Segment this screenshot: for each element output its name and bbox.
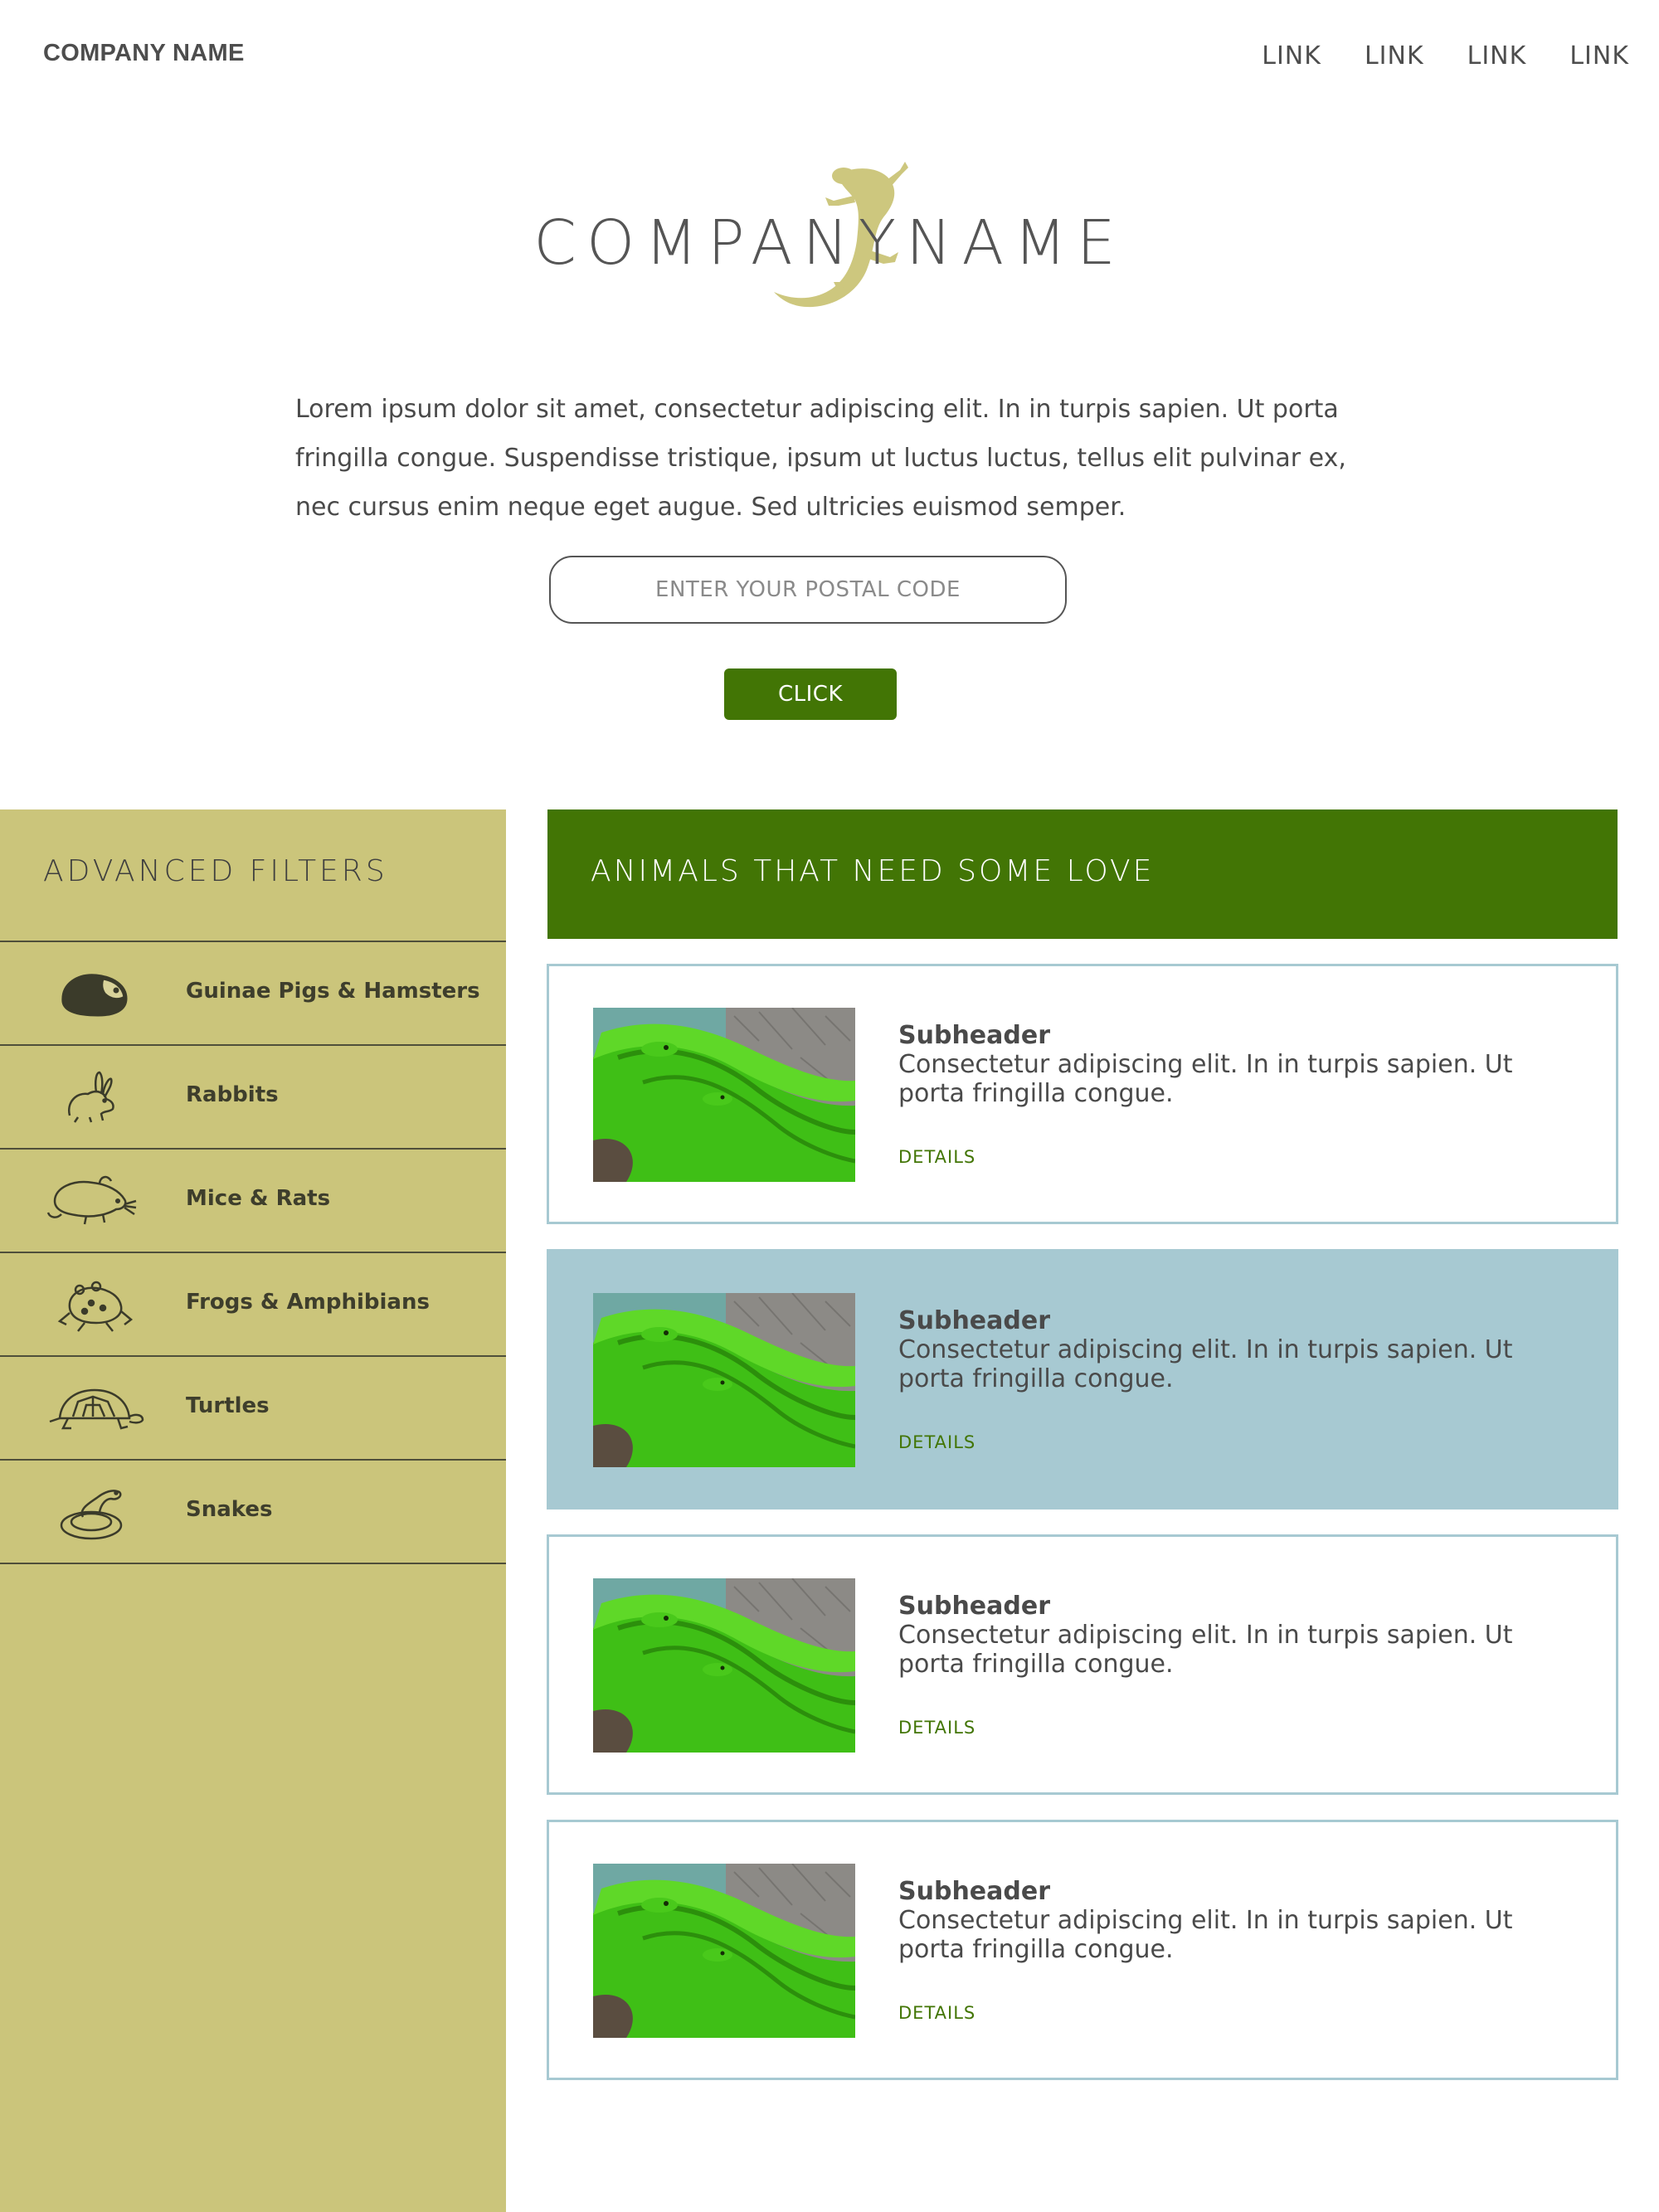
postal-code-input[interactable] [549,556,1067,624]
filter-item-rabbits[interactable]: Rabbits [0,1044,506,1148]
filter-label: Guinae Pigs & Hamsters [186,979,480,1004]
filter-item-guinea-pigs[interactable]: Guinae Pigs & Hamsters [0,941,506,1044]
card-details-link[interactable]: DETAILS [898,2003,975,2023]
filter-label: Rabbits [186,1082,279,1107]
filter-item-mice[interactable]: Mice & Rats [0,1148,506,1252]
card-image [593,1008,855,1182]
snake-icon [60,1490,123,1540]
filter-label: Snakes [186,1497,273,1522]
brand-name[interactable]: COMPANY NAME [43,40,245,67]
card-details-link[interactable]: DETAILS [898,1432,975,1452]
top-nav: LINK LINK LINK LINK [1262,41,1629,70]
animal-card[interactable]: Subheader Consectetur adipiscing elit. I… [547,1534,1618,1795]
turtle-icon [49,1388,144,1430]
filter-label: Turtles [186,1393,270,1418]
filter-item-turtles[interactable]: Turtles [0,1355,506,1459]
main-section-header: ANIMALS THAT NEED SOME LOVE [547,809,1618,939]
nav-link-1[interactable]: LINK [1262,41,1321,70]
filter-label: Mice & Rats [186,1186,331,1211]
main-section-title: ANIMALS THAT NEED SOME LOVE [591,854,1155,888]
guinea-pig-icon [61,974,128,1017]
frog-icon [57,1281,134,1332]
filter-item-snakes[interactable]: Snakes [0,1459,506,1564]
animal-card[interactable]: Subheader Consectetur adipiscing elit. I… [547,1820,1618,2080]
mouse-icon [46,1175,137,1225]
intro-paragraph: Lorem ipsum dolor sit amet, consectetur … [295,395,1346,522]
card-description: Consectetur adipiscing elit. In in turpi… [898,1335,1513,1393]
nav-link-2[interactable]: LINK [1365,41,1424,70]
animal-card[interactable]: Subheader Consectetur adipiscing elit. I… [547,964,1618,1224]
filter-label: Frogs & Amphibians [186,1290,430,1315]
card-image [593,1578,855,1753]
logo-text: COMPANYNAME [533,207,1126,279]
animal-card[interactable]: Subheader Consectetur adipiscing elit. I… [547,1249,1618,1510]
rabbit-icon [67,1071,114,1123]
card-subheader: Subheader [898,1021,1051,1050]
click-button[interactable]: CLICK [724,668,897,720]
card-subheader: Subheader [898,1306,1051,1335]
filter-list: Guinae Pigs & Hamsters Rabbits Mice & Ra… [0,941,506,1564]
card-subheader: Subheader [898,1877,1051,1906]
card-image [593,1293,855,1467]
card-subheader: Subheader [898,1592,1051,1621]
nav-link-3[interactable]: LINK [1467,41,1527,70]
sidebar-title: ADVANCED FILTERS [43,854,388,888]
filters-sidebar: ADVANCED FILTERS Guinae Pigs & Hamsters [0,809,506,2212]
filter-item-frogs[interactable]: Frogs & Amphibians [0,1252,506,1355]
card-description: Consectetur adipiscing elit. In in turpi… [898,1906,1513,1964]
card-details-link[interactable]: DETAILS [898,1718,975,1738]
card-details-link[interactable]: DETAILS [898,1147,975,1167]
card-description: Consectetur adipiscing elit. In in turpi… [898,1050,1513,1108]
hero-logo: COMPANYNAME [0,158,1659,323]
nav-link-4[interactable]: LINK [1569,41,1629,70]
card-image [593,1864,855,2038]
card-description: Consectetur adipiscing elit. In in turpi… [898,1621,1513,1679]
